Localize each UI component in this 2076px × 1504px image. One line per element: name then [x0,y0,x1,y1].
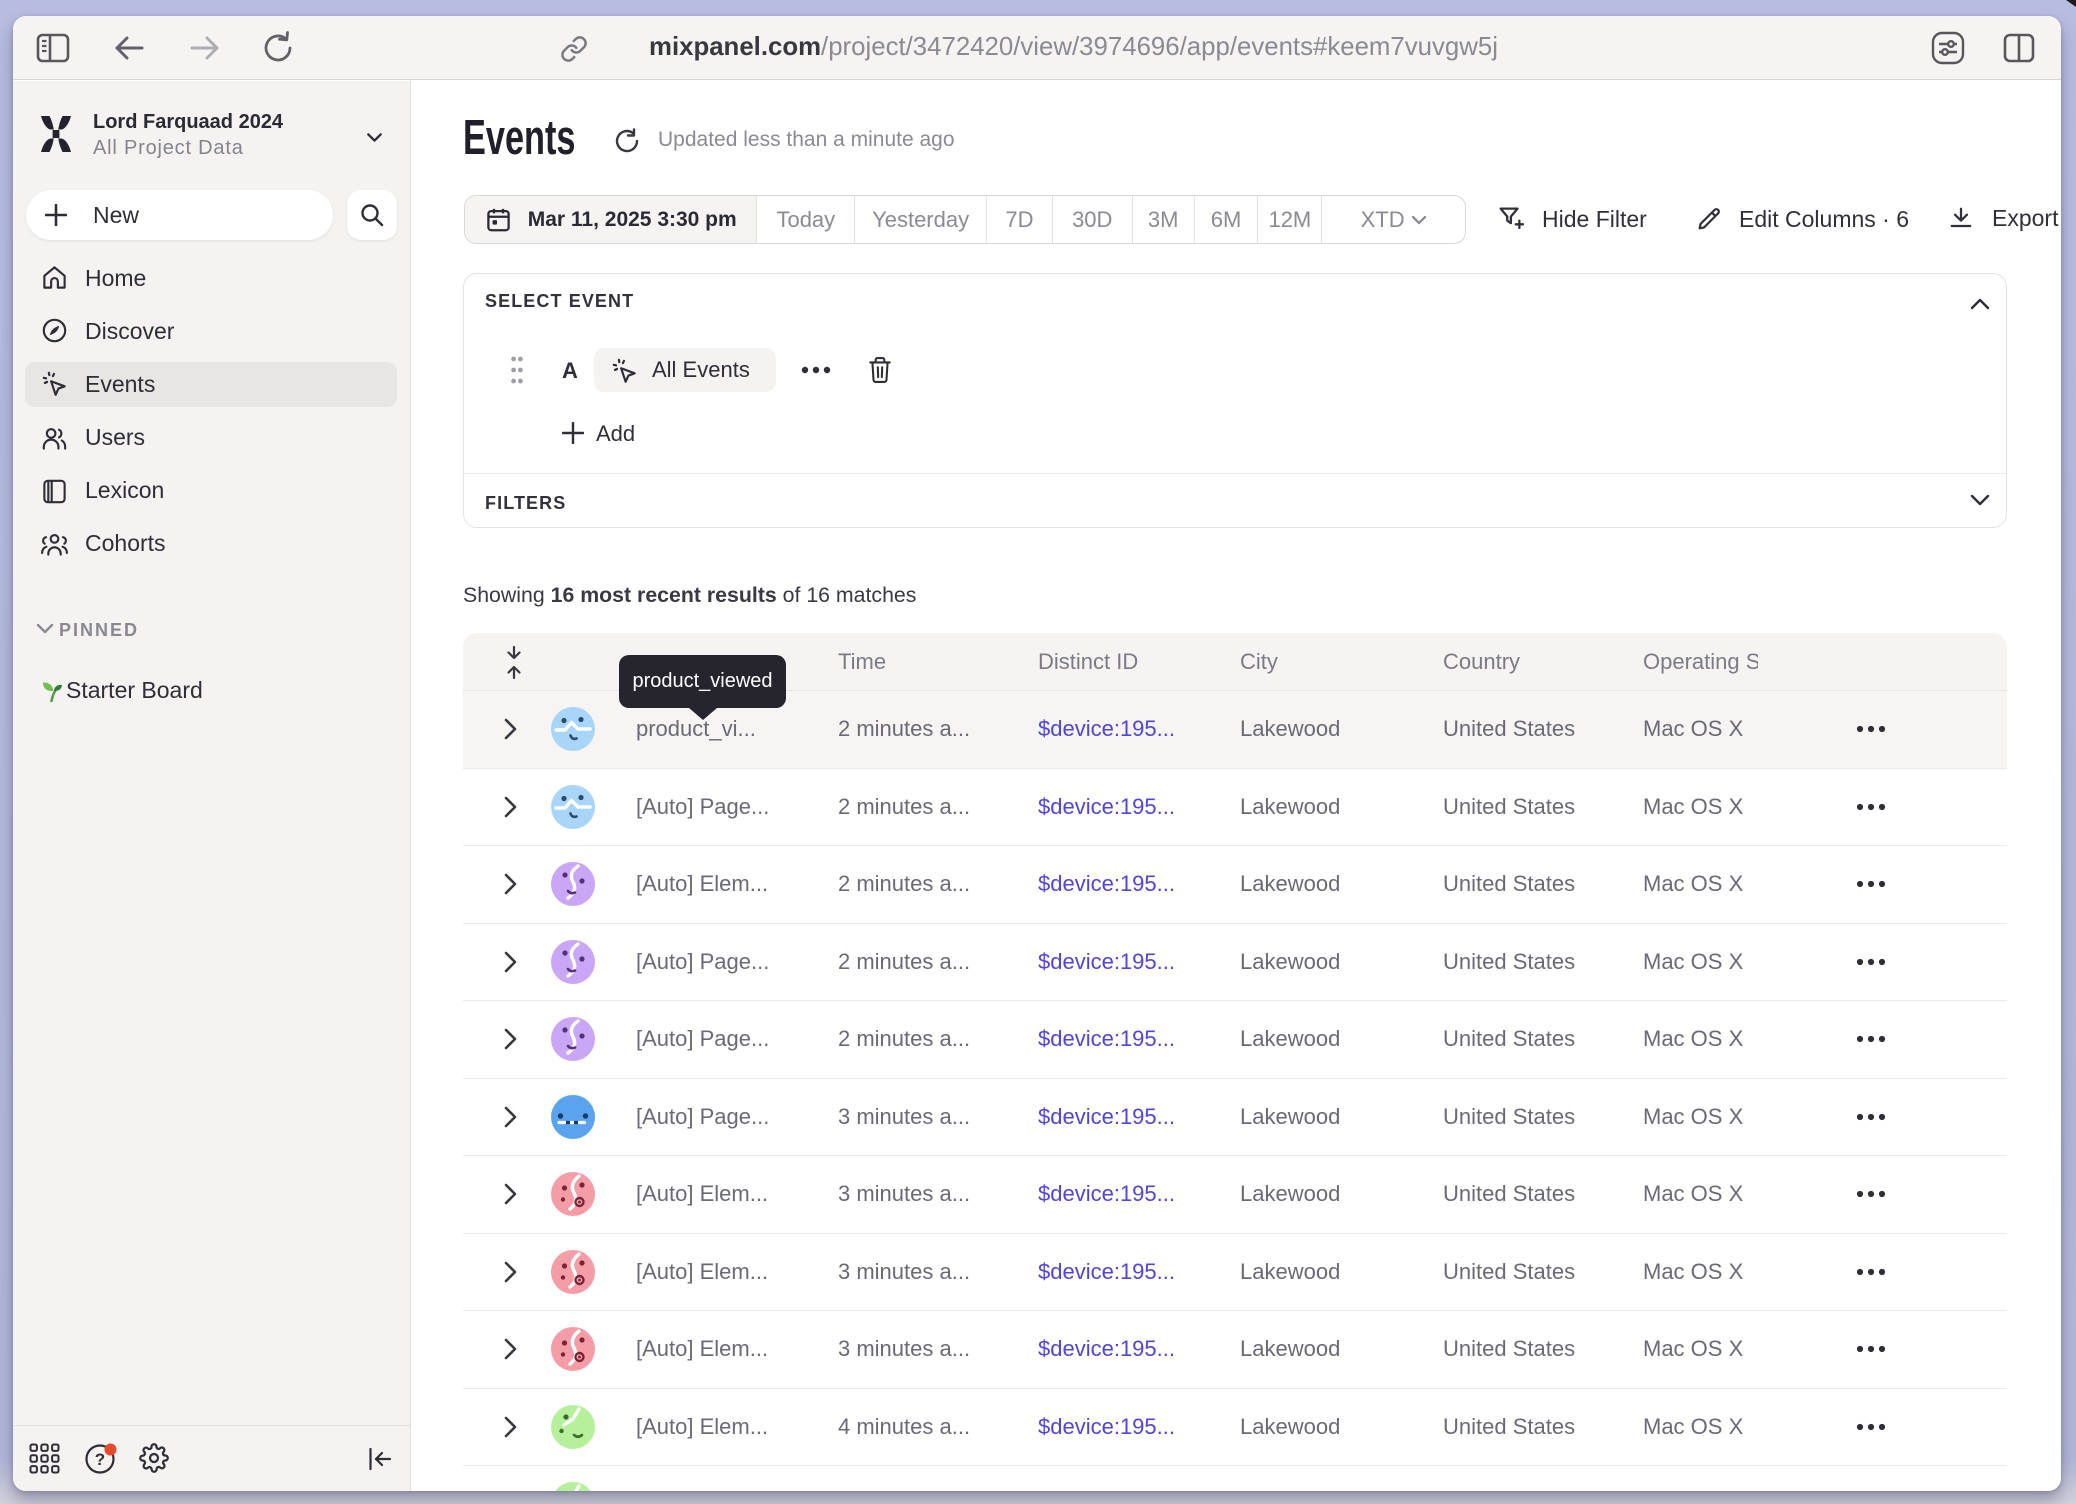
svg-text:?: ? [95,1450,105,1469]
